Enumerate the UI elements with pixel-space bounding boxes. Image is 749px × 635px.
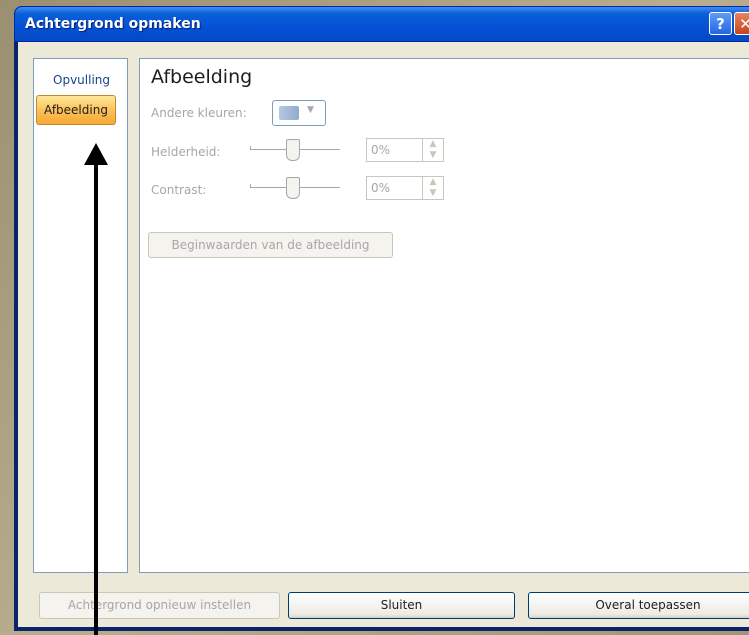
brightness-value: 0%	[371, 143, 391, 157]
dialog-body: Opvulling Afbeelding Afbeelding Andere k…	[18, 42, 749, 627]
brightness-spinner[interactable]: 0% ▲ ▼	[366, 138, 444, 162]
spin-buttons[interactable]: ▲ ▼	[422, 139, 443, 161]
paint-bucket-icon	[279, 106, 299, 120]
brightness-label: Helderheid:	[151, 145, 221, 159]
contrast-slider[interactable]	[250, 177, 340, 199]
contrast-spinner[interactable]: 0% ▲ ▼	[366, 176, 444, 200]
title-bar[interactable]: Achtergrond opmaken ? ✕	[14, 6, 749, 42]
spin-buttons[interactable]: ▲ ▼	[422, 177, 443, 199]
contrast-value: 0%	[371, 181, 391, 195]
chevron-down-icon: ▼	[307, 105, 314, 115]
other-colors-label: Andere kleuren:	[151, 106, 247, 120]
spin-down-icon[interactable]: ▼	[430, 150, 437, 160]
reset-picture-button[interactable]: Beginwaarden van de afbeelding	[148, 232, 393, 258]
picture-settings-panel: Afbeelding Andere kleuren: ▼ Helderheid:…	[139, 58, 749, 573]
contrast-label: Contrast:	[151, 183, 207, 197]
slider-thumb[interactable]	[286, 177, 300, 199]
nav-item-afbeelding[interactable]: Afbeelding	[36, 95, 116, 125]
close-window-button[interactable]: ✕	[734, 12, 749, 35]
spin-down-icon[interactable]: ▼	[430, 188, 437, 198]
dialog-title: Achtergrond opmaken	[25, 16, 201, 32]
help-button[interactable]: ?	[709, 12, 732, 35]
slider-tick	[250, 184, 251, 188]
section-title: Afbeelding	[151, 66, 253, 88]
nav-item-opvulling[interactable]: Opvulling	[37, 66, 126, 96]
annotation-arrow-head	[84, 143, 108, 165]
help-icon: ?	[716, 14, 725, 33]
slider-tick	[250, 146, 251, 150]
format-background-dialog: Achtergrond opmaken ? ✕ Opvulling Afbeel…	[14, 6, 749, 631]
spin-up-icon[interactable]: ▲	[430, 177, 437, 187]
close-button[interactable]: Sluiten	[288, 592, 515, 619]
spin-up-icon[interactable]: ▲	[430, 139, 437, 149]
recolor-dropdown-button[interactable]: ▼	[272, 100, 326, 126]
apply-to-all-button[interactable]: Overal toepassen	[528, 592, 749, 619]
category-list: Opvulling Afbeelding	[33, 58, 128, 573]
annotation-arrow-shaft	[94, 158, 98, 635]
brightness-slider[interactable]	[250, 139, 340, 161]
slider-thumb[interactable]	[286, 139, 300, 161]
close-icon: ✕	[739, 14, 749, 33]
reset-background-button[interactable]: Achtergrond opnieuw instellen	[39, 592, 280, 619]
